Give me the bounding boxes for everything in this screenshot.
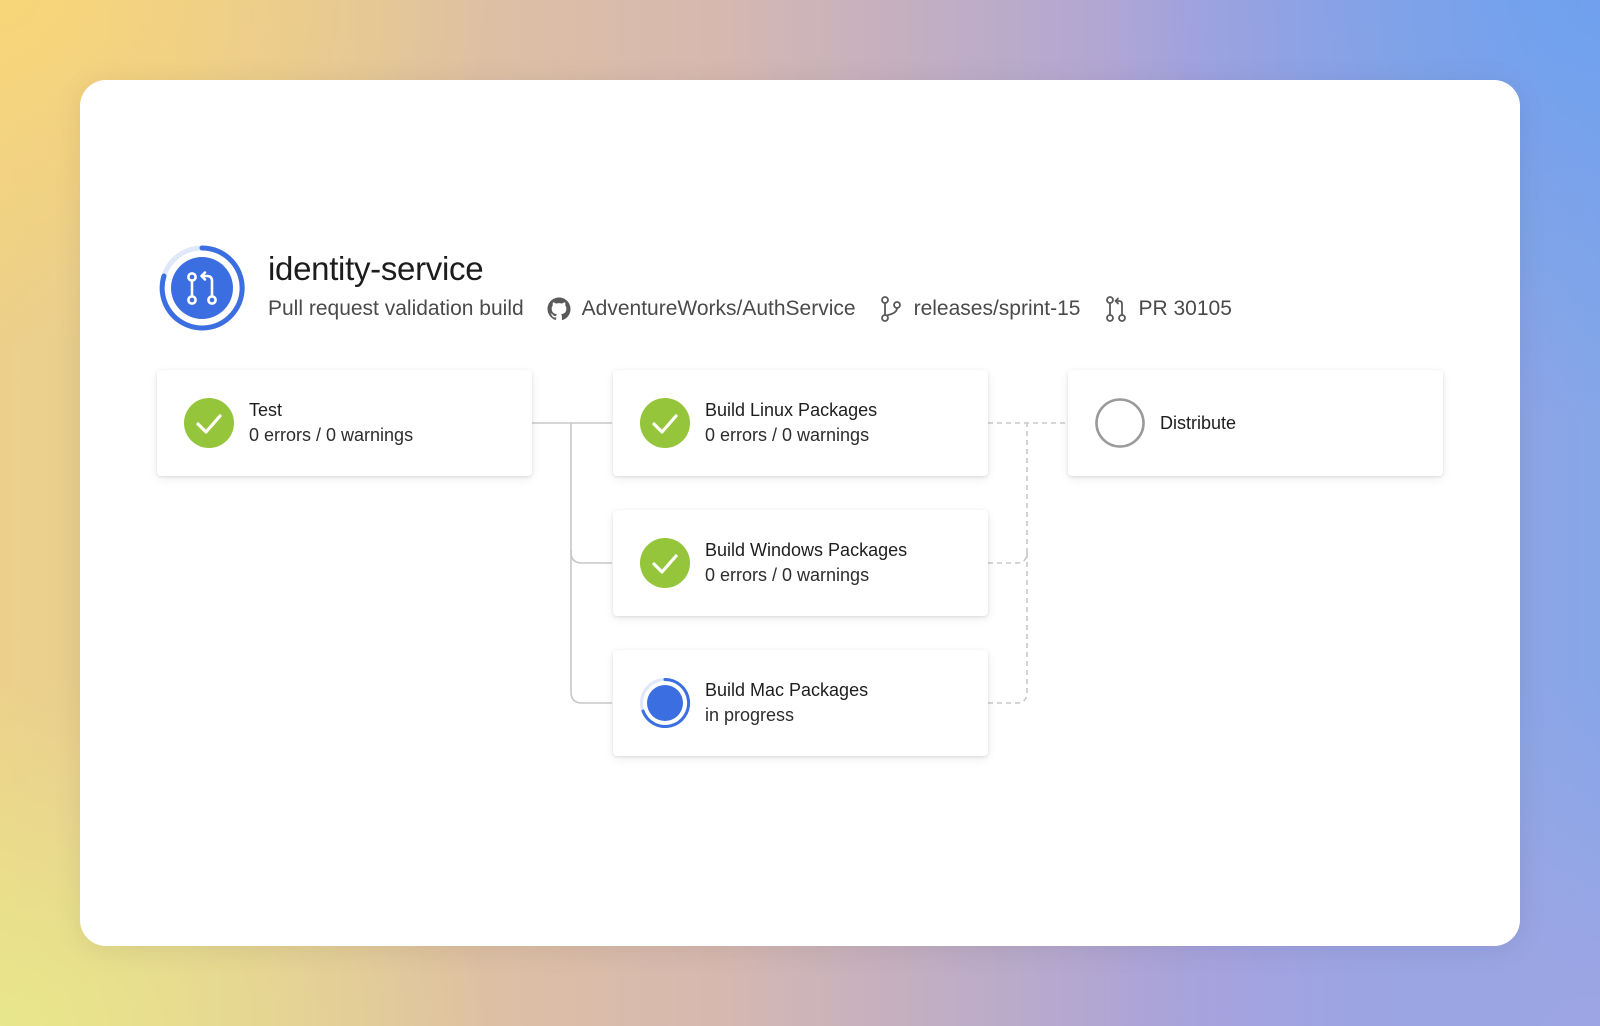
stage-detail: 0 errors / 0 warnings — [705, 565, 870, 585]
stage-name: Distribute — [1160, 412, 1237, 433]
stage-detail: 0 errors / 0 warnings — [705, 425, 870, 445]
pipeline-run-card: identity-service Pull request validation… — [80, 80, 1520, 946]
stage-distribute[interactable]: Distribute — [1068, 370, 1443, 476]
pull-request-link[interactable]: PR 30105 — [1103, 295, 1232, 323]
run-metadata: Pull request validation build AdventureW… — [268, 294, 1232, 324]
stage-test[interactable]: Test 0 errors / 0 warnings — [157, 370, 532, 476]
pull-request-number: PR 30105 — [1138, 297, 1232, 320]
connector-windows-distribute — [988, 423, 1028, 564]
github-icon — [546, 295, 572, 323]
repository-link[interactable]: AdventureWorks/AuthService — [546, 295, 856, 323]
branch-icon — [878, 295, 904, 323]
connector-test-mac — [570, 550, 612, 704]
connector-mac-distribute — [988, 550, 1028, 704]
stage-build-linux[interactable]: Build Linux Packages 0 errors / 0 warnin… — [613, 370, 988, 476]
stage-build-mac[interactable]: Build Mac Packages in progress — [613, 650, 988, 756]
stage-build-windows[interactable]: Build Windows Packages 0 errors / 0 warn… — [613, 510, 988, 616]
in-progress-icon — [640, 677, 691, 728]
page-title: identity-service — [268, 250, 484, 287]
pipeline-status-icon — [159, 245, 245, 331]
connector-test-windows — [570, 423, 612, 564]
build-reason: Pull request validation build — [268, 297, 524, 320]
not-started-icon — [1095, 398, 1145, 448]
stage-name: Test — [249, 400, 283, 420]
stage-name: Build Mac Packages — [705, 680, 869, 700]
stage-name: Build Windows Packages — [705, 540, 908, 560]
branch-name: releases/sprint-15 — [913, 297, 1081, 320]
repository-name: AdventureWorks/AuthService — [581, 297, 856, 320]
stage-name: Build Linux Packages — [705, 400, 878, 420]
stage-detail: 0 errors / 0 warnings — [249, 425, 414, 445]
success-check-icon — [640, 538, 690, 588]
pull-request-icon — [1103, 295, 1129, 323]
success-check-icon — [640, 398, 690, 448]
branch-link[interactable]: releases/sprint-15 — [878, 295, 1081, 323]
stage-detail: in progress — [705, 705, 795, 725]
success-check-icon — [184, 398, 234, 448]
